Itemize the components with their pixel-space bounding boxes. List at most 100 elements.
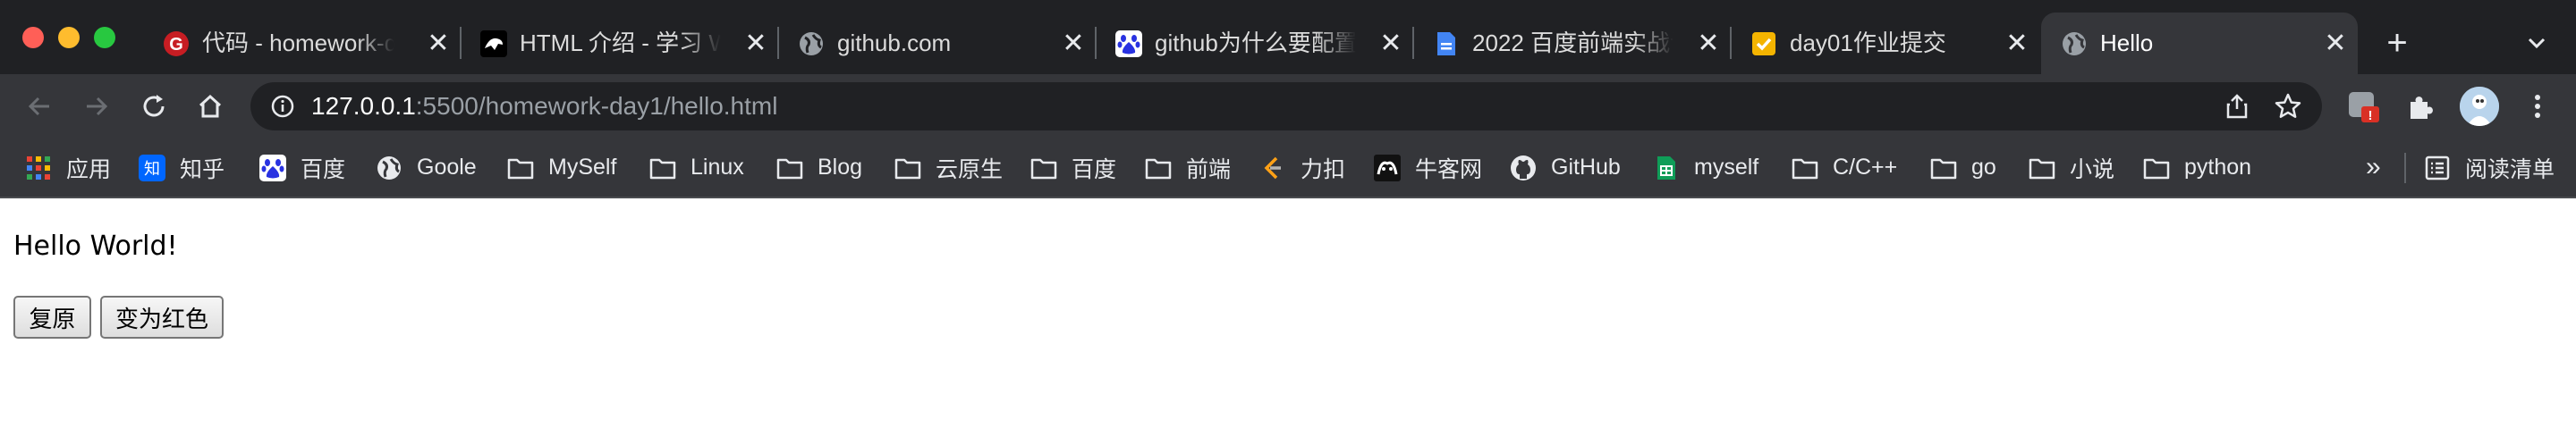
- reading-list-button[interactable]: 阅读清单: [2424, 139, 2555, 197]
- tab-baidu-search[interactable]: github为什么要配置ssh ✕: [1096, 13, 1414, 74]
- folder-icon: [1930, 155, 1957, 181]
- tab-title: github为什么要配置ssh: [1155, 29, 1356, 56]
- bookmark-folder-novel[interactable]: 小说: [2029, 139, 2114, 197]
- bookmarks-bar: 应用 知 知乎 百度 Goole MySelf Linux Blog 云原生 百…: [0, 139, 2576, 198]
- tab-title: Hello: [2100, 29, 2154, 56]
- zoom-window-button[interactable]: [94, 27, 115, 48]
- toolbar: 127.0.0.1:5500/homework-day1/hello.html …: [0, 74, 2576, 139]
- bookmark-folder-linux[interactable]: Linux: [649, 139, 744, 197]
- bookmark-label: 小说: [2070, 156, 2115, 182]
- baidu-paw-icon: [259, 154, 286, 181]
- puzzle-extensions-icon[interactable]: [2404, 90, 2438, 124]
- tab-title: github.com: [837, 29, 952, 56]
- bookmark-label: Goole: [417, 155, 477, 180]
- bookmark-label: Linux: [691, 155, 744, 180]
- bookmark-label: 百度: [301, 156, 346, 182]
- bookmark-folder-frontend[interactable]: 前端: [1145, 139, 1231, 197]
- leetcode-icon: [1259, 155, 1286, 181]
- bookmark-nowcoder[interactable]: 牛客网: [1374, 139, 1482, 197]
- github-icon: [1510, 155, 1537, 181]
- tab-close-icon[interactable]: ✕: [1695, 30, 1722, 57]
- reload-icon[interactable]: [136, 88, 172, 124]
- home-icon[interactable]: [192, 88, 228, 124]
- bookmark-leetcode[interactable]: 力扣: [1259, 139, 1345, 197]
- folder-icon: [776, 155, 803, 181]
- share-icon[interactable]: [2224, 93, 2250, 120]
- tab-close-icon[interactable]: ✕: [2322, 30, 2349, 57]
- bookmark-folder-myself[interactable]: MySelf: [507, 139, 616, 197]
- bookmark-folder-cloud-native[interactable]: 云原生: [894, 139, 1003, 197]
- bookmark-goole[interactable]: Goole: [376, 139, 477, 197]
- bookmark-star-icon[interactable]: [2274, 92, 2302, 121]
- bookmark-baidu[interactable]: 百度: [259, 139, 345, 197]
- extension-icon[interactable]: !: [2347, 90, 2381, 124]
- bookmark-label: GitHub: [1551, 155, 1621, 180]
- bookmark-folder-python[interactable]: python: [2143, 139, 2251, 197]
- bookmark-label: C/C++: [1833, 155, 1898, 180]
- bookmark-apps[interactable]: 应用: [25, 139, 111, 197]
- bookmark-zhihu[interactable]: 知 知乎: [139, 139, 225, 197]
- tab-hello-active[interactable]: Hello ✕: [2041, 13, 2358, 74]
- minimize-window-button[interactable]: [58, 27, 80, 48]
- bookmark-label: 前端: [1186, 156, 1232, 182]
- sheets-icon: [1653, 155, 1680, 181]
- bookmark-label: 云原生: [936, 156, 1004, 182]
- tab-gitee-code[interactable]: G 代码 - homework-day1 ✕: [143, 13, 462, 74]
- bookmark-folder-baidu[interactable]: 百度: [1030, 139, 1116, 197]
- reset-button[interactable]: 复原: [13, 296, 91, 339]
- svg-text:G: G: [169, 35, 183, 55]
- tab-day01-homework[interactable]: day01作业提交 ✕: [1731, 13, 2039, 74]
- folder-icon: [507, 155, 534, 181]
- globe-icon: [376, 155, 402, 181]
- nowcoder-icon: [1374, 154, 1401, 181]
- url-text[interactable]: 127.0.0.1:5500/homework-day1/hello.html: [311, 82, 777, 130]
- turn-red-button[interactable]: 变为红色: [100, 296, 224, 339]
- site-info-icon[interactable]: [270, 94, 295, 119]
- back-arrow-icon[interactable]: [21, 88, 57, 124]
- tab-close-icon[interactable]: ✕: [1377, 30, 1404, 57]
- tab-title: 代码 - homework-day1: [202, 29, 394, 56]
- bookmark-folder-go[interactable]: go: [1930, 139, 1996, 197]
- tab-github[interactable]: github.com ✕: [778, 13, 1097, 74]
- forward-arrow-icon[interactable]: [79, 88, 114, 124]
- tab-mdn-html[interactable]: HTML 介绍 - 学习 Web 开发 ✕: [461, 13, 779, 74]
- url-host: 127.0.0.1: [311, 92, 416, 120]
- tab-close-icon[interactable]: ✕: [2004, 30, 2030, 57]
- globe-icon: [798, 30, 825, 57]
- bookmark-label: MySelf: [548, 155, 617, 180]
- new-tab-button[interactable]: +: [2379, 25, 2415, 61]
- tab-close-icon[interactable]: ✕: [1060, 30, 1087, 57]
- tab-close-icon[interactable]: ✕: [742, 30, 769, 57]
- close-window-button[interactable]: [22, 27, 44, 48]
- baidu-paw-icon: [1115, 30, 1142, 57]
- bookmark-github[interactable]: GitHub: [1510, 139, 1621, 197]
- gitee-icon: G: [163, 30, 190, 57]
- folder-icon: [2029, 155, 2055, 181]
- more-menu-icon[interactable]: [2524, 90, 2551, 122]
- globe-icon: [2061, 30, 2088, 57]
- bookmark-label: 知乎: [180, 156, 225, 182]
- profile-avatar[interactable]: [2460, 87, 2499, 126]
- bookmark-label: go: [1971, 155, 1996, 180]
- bookmark-myself-sheet[interactable]: myself: [1653, 139, 1758, 197]
- address-bar[interactable]: 127.0.0.1:5500/homework-day1/hello.html: [250, 82, 2322, 130]
- bookmarks-overflow-button[interactable]: »: [2366, 149, 2381, 185]
- reading-list-label: 阅读清单: [2465, 156, 2555, 182]
- bookmark-label: 力扣: [1301, 156, 1346, 182]
- tab-search-chevron-icon[interactable]: [2521, 27, 2553, 59]
- bookmark-folder-blog[interactable]: Blog: [776, 139, 862, 197]
- doc-icon: [1433, 30, 1460, 57]
- mdn-icon: [480, 30, 507, 57]
- extension-badge: !: [2368, 108, 2373, 123]
- bookmark-folder-cpp[interactable]: C/C++: [1792, 139, 1897, 197]
- browser-window: G 代码 - homework-day1 ✕ HTML 介绍 - 学习 Web …: [0, 0, 2576, 445]
- tab-strip: G 代码 - homework-day1 ✕ HTML 介绍 - 学习 Web …: [0, 0, 2576, 74]
- bookmark-label: Blog: [818, 155, 863, 180]
- apps-grid-icon: [25, 155, 52, 181]
- tab-baidu-training[interactable]: 2022 百度前端实战训练营 ✕: [1413, 13, 1732, 74]
- zhihu-icon: 知: [139, 154, 165, 181]
- tab-title: day01作业提交: [1790, 29, 1946, 56]
- hello-text: Hello World!: [13, 231, 178, 262]
- tab-close-icon[interactable]: ✕: [425, 30, 452, 57]
- bookmarks-divider: [2404, 153, 2406, 183]
